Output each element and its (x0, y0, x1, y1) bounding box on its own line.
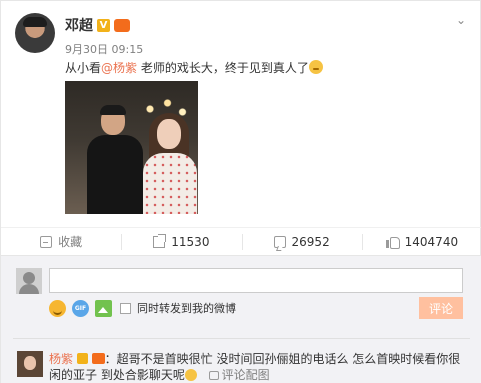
like-count: 1404740 (404, 234, 459, 249)
mention-link[interactable]: @杨紫 (101, 61, 137, 75)
comment-image-link[interactable]: 评论配图 (208, 368, 270, 382)
repost-icon (153, 233, 167, 248)
member-badge-icon (91, 353, 105, 364)
image-icon (208, 371, 219, 380)
author-line: 邓超 V (65, 15, 130, 35)
weibo-post-card: 邓超 V ⌄ 9月30日 09:15 从小看@杨紫 老师的戏长大，终于见到真人了… (0, 0, 481, 383)
comment-count: 26952 (291, 234, 330, 249)
emoji-picker-icon[interactable] (49, 299, 66, 317)
post-timestamp[interactable]: 9月30日 09:15 (65, 41, 143, 57)
comment-item: 杨紫 ：超哥不是首映很忙 没时间回孙俪姐的电话么 怎么首映时候看你很闲的亚子 到… (1, 340, 481, 383)
repost-checkbox-label[interactable]: 同时转发到我的微博 (137, 300, 236, 316)
photo-person-man (87, 105, 143, 214)
repost-checkbox[interactable] (120, 302, 131, 314)
favorite-icon (40, 235, 53, 248)
thumbs-up-icon (385, 236, 400, 249)
submit-comment-button[interactable]: 评论 (419, 297, 463, 319)
author-avatar[interactable] (15, 13, 55, 53)
favorite-label: 收藏 (58, 235, 83, 249)
repost-count: 11530 (171, 234, 210, 249)
reply-text: 杨紫 ：超哥不是首映很忙 没时间回孙俪姐的电话么 怎么首映时候看你很闲的亚子 到… (49, 351, 469, 383)
composer-toolbar: GIF 同时转发到我的微博 评论 (49, 297, 463, 319)
emoji-icon (308, 60, 323, 74)
repost-button[interactable]: 11530 (121, 228, 241, 255)
smile-emoji-icon (184, 369, 197, 381)
verified-badge-icon (76, 353, 88, 364)
post-text: 从小看@杨紫 老师的戏长大，终于见到真人了 (65, 59, 323, 76)
post-text-after: 老师的戏长大，终于见到真人了 (137, 61, 309, 75)
post-action-bar: 收藏 11530 26952 1404740 (1, 227, 481, 255)
post-text-before: 从小看 (65, 61, 102, 75)
gif-icon[interactable]: GIF (72, 299, 89, 317)
photo-person-woman (143, 113, 197, 214)
my-avatar[interactable] (16, 268, 42, 294)
like-button[interactable]: 1404740 (361, 228, 481, 255)
reply-author-avatar[interactable] (17, 351, 43, 377)
verified-badge-icon[interactable]: V (97, 18, 110, 32)
author-name[interactable]: 邓超 (65, 15, 93, 35)
favorite-button[interactable]: 收藏 (1, 228, 121, 255)
reply-author-name[interactable]: 杨紫 (49, 352, 73, 366)
chevron-down-icon[interactable]: ⌄ (456, 13, 466, 27)
post-photo[interactable] (65, 81, 198, 214)
comment-icon (273, 235, 286, 248)
comment-button[interactable]: 26952 (241, 228, 362, 255)
comment-image-label: 评论配图 (221, 368, 270, 382)
comment-panel: GIF 同时转发到我的微博 评论 杨紫 ：超哥不是首映很忙 没时间回孙俪姐的电话… (1, 255, 481, 383)
image-upload-icon[interactable] (95, 299, 112, 317)
member-badge-icon[interactable] (114, 18, 130, 32)
divider (13, 338, 470, 339)
comment-input[interactable] (49, 268, 463, 293)
